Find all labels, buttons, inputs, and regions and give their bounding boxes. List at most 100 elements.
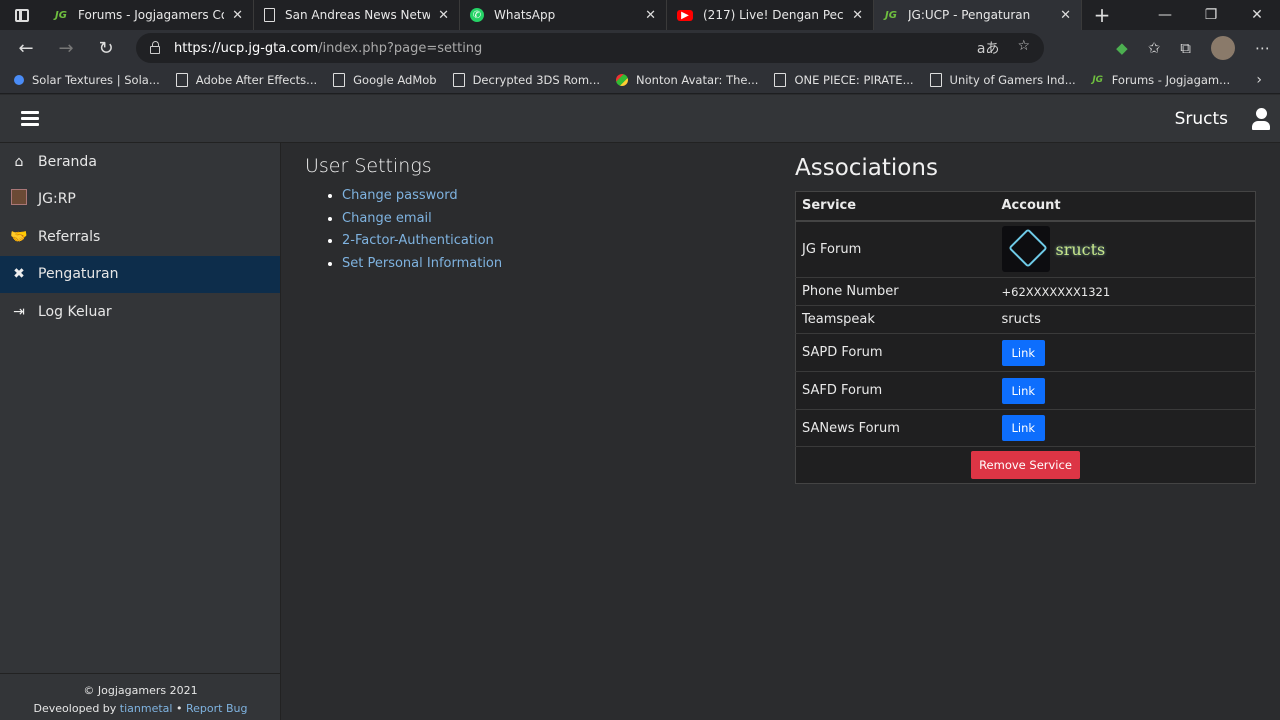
browser-tab[interactable]: JG Forums - Jogjagamers Comm ✕	[44, 0, 254, 30]
report-bug-link[interactable]: Report Bug	[186, 702, 247, 715]
browser-tab[interactable]: San Andreas News Network - ✕	[254, 0, 460, 30]
add-favorite-icon[interactable]: ☆	[1017, 38, 1030, 58]
close-window-icon[interactable]: ✕	[1234, 0, 1280, 30]
bookmark-label: Decrypted 3DS Rom...	[472, 72, 601, 87]
bookmark-item[interactable]: JG Forums - Jogjagam...	[1092, 73, 1230, 87]
bookmark-item[interactable]: Adobe After Effects...	[175, 72, 317, 87]
browser-tab-active[interactable]: JG JG:UCP - Pengaturan ✕	[874, 0, 1082, 30]
page-icon	[452, 72, 465, 87]
close-icon[interactable]: ✕	[645, 8, 656, 23]
associations-table: Service Account JG Forum sructs Phone Nu…	[795, 191, 1256, 484]
table-row: Teamspeak sructs	[795, 305, 1256, 334]
two-factor-link[interactable]: 2-Factor-Authentication	[342, 233, 494, 248]
bookmark-item[interactable]: Unity of Gamers Ind...	[929, 72, 1076, 87]
user-settings-title: User Settings	[305, 155, 432, 177]
table-row: Phone Number +62XXXXXXX1321	[795, 277, 1256, 306]
home-icon: ⌂	[14, 153, 24, 170]
bookmark-item[interactable]: Decrypted 3DS Rom...	[452, 72, 601, 87]
account-cell: Link	[995, 371, 1256, 410]
browser-tab[interactable]: ✆ WhatsApp ✕	[460, 0, 667, 30]
separator: •	[175, 702, 183, 715]
sidebar-item-referrals[interactable]: 🤝 Referrals	[0, 218, 280, 256]
extension-icon[interactable]: ◆	[1116, 39, 1128, 57]
account-cell: Link	[995, 333, 1256, 372]
sapd-link-button[interactable]: Link	[1001, 339, 1046, 366]
favorites-icon[interactable]: ✩	[1148, 39, 1161, 57]
bookmark-label: Forums - Jogjagam...	[1111, 72, 1231, 87]
jg-icon: JG	[885, 9, 897, 21]
close-icon[interactable]: ✕	[1060, 8, 1071, 23]
service-cell: SAPD Forum	[795, 333, 996, 372]
service-cell: Phone Number	[795, 277, 996, 306]
bookmark-label: Unity of Gamers Ind...	[949, 72, 1076, 87]
lock-icon[interactable]	[150, 41, 160, 54]
sanews-link-button[interactable]: Link	[1001, 415, 1046, 441]
page-icon	[333, 72, 346, 87]
personal-info-link[interactable]: Set Personal Information	[342, 256, 502, 271]
profile-avatar[interactable]	[1211, 36, 1235, 60]
tab-title: Forums - Jogjagamers Comm	[78, 8, 224, 22]
more-icon[interactable]: ⋯	[1255, 39, 1270, 57]
page-icon	[929, 72, 942, 87]
close-icon[interactable]: ✕	[232, 8, 243, 23]
account-cell: sructs	[995, 305, 1256, 334]
sidebar-item-label: Beranda	[38, 153, 97, 170]
account-cell: +62XXXXXXX1321	[995, 277, 1256, 306]
safd-link-button[interactable]: Link	[1001, 377, 1046, 404]
bookmark-item[interactable]: Nonton Avatar: The...	[616, 73, 758, 87]
tab-title: WhatsApp	[494, 8, 556, 22]
sidebar-footer: © Jogjagamers 2021 Deveoloped by tianmet…	[0, 673, 281, 720]
menu-toggle-icon[interactable]	[21, 111, 39, 127]
list-item: Change email	[342, 211, 502, 234]
remove-cell: Remove Service	[795, 446, 1256, 484]
window-controls: — ❐ ✕	[1142, 0, 1280, 30]
account-cell: sructs	[995, 220, 1256, 278]
table-row: SAFD Forum Link	[795, 371, 1256, 410]
restore-icon[interactable]: ❐	[1188, 0, 1234, 30]
table-header-row: Service Account	[795, 191, 1256, 222]
bookmark-item[interactable]: ONE PIECE: PIRATE...	[774, 72, 914, 87]
tab-actions-icon[interactable]	[0, 0, 44, 30]
sidebar-item-jgrp[interactable]: JG:RP	[0, 181, 280, 219]
forum-account: sructs	[1001, 226, 1256, 273]
sidebar-item-pengaturan[interactable]: ✖ Pengaturan	[0, 255, 280, 293]
collections-icon[interactable]: ⧉	[1180, 39, 1191, 57]
chevron-right-icon[interactable]: ›	[1256, 72, 1262, 88]
url-host: https://ucp.jg-gta.com	[174, 40, 319, 56]
jgrp-icon	[10, 189, 28, 209]
tools-icon: ✖	[13, 266, 25, 283]
close-icon[interactable]: ✕	[852, 8, 863, 23]
url-field[interactable]: https://ucp.jg-gta.com/index.php?page=se…	[136, 33, 1044, 63]
app-header: Sructs	[0, 95, 1280, 143]
table-row: JG Forum sructs	[795, 220, 1256, 278]
refresh-icon[interactable]: ↻	[86, 38, 126, 59]
page-icon	[264, 8, 275, 22]
bookmark-item[interactable]: Google AdMob	[333, 72, 437, 87]
sidebar-item-beranda[interactable]: ⌂ Beranda	[0, 143, 280, 181]
address-toolbar: ← → ↻ https://ucp.jg-gta.com/index.php?p…	[0, 30, 1280, 66]
back-icon[interactable]: ←	[6, 38, 46, 59]
read-aloud-icon[interactable]: aあ	[977, 38, 1000, 58]
username[interactable]: Sructs	[1175, 109, 1228, 129]
change-password-link[interactable]: Change password	[342, 188, 458, 203]
forward-icon[interactable]: →	[46, 38, 86, 59]
tab-title: JG:UCP - Pengaturan	[908, 8, 1031, 22]
bookmark-label: ONE PIECE: PIRATE...	[794, 72, 914, 87]
change-email-link[interactable]: Change email	[342, 211, 432, 226]
developer-link[interactable]: tianmetal	[120, 702, 173, 715]
bookmark-item[interactable]: Solar Textures | Sola...	[14, 73, 160, 87]
sidebar-item-label: Referrals	[38, 228, 101, 245]
close-icon[interactable]: ✕	[438, 8, 449, 23]
remove-service-button[interactable]: Remove Service	[971, 451, 1080, 479]
sidebar-item-log-keluar[interactable]: ⇥ Log Keluar	[0, 293, 280, 331]
service-header: Service	[795, 191, 996, 222]
list-item: Set Personal Information	[342, 256, 502, 279]
new-tab-icon[interactable]: +	[1082, 3, 1122, 27]
handshake-icon: 🤝	[10, 228, 28, 245]
browser-tab[interactable]: ▶ (217) Live! Dengan Pecut Aku ✕	[667, 0, 874, 30]
sidebar-item-label: Pengaturan	[38, 266, 119, 283]
list-item: Change password	[342, 188, 502, 211]
user-icon[interactable]	[1252, 108, 1270, 130]
minimize-icon[interactable]: —	[1142, 0, 1188, 30]
service-cell: SANews Forum	[795, 409, 996, 447]
